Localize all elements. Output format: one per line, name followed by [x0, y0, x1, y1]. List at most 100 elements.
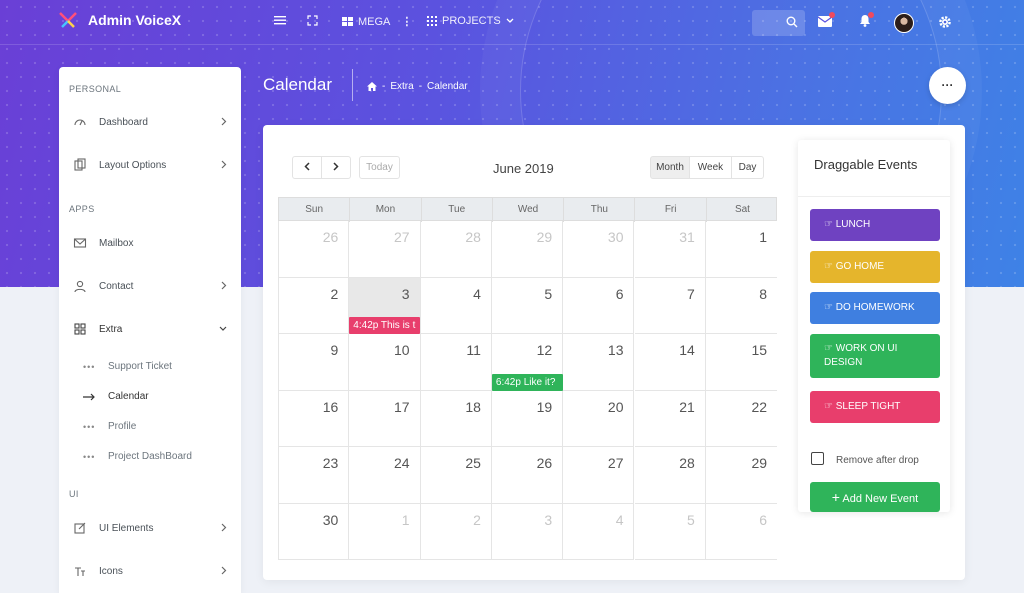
calendar-day-cell[interactable]: 27: [563, 447, 635, 504]
weekday-label: Sun: [279, 198, 351, 222]
title-divider: [352, 69, 353, 101]
today-button[interactable]: Today: [359, 156, 400, 179]
remove-after-drop-checkbox[interactable]: [811, 452, 824, 465]
calendar-day-cell[interactable]: 20: [563, 390, 635, 447]
day-number: 31: [679, 229, 695, 245]
calendar-day-cell[interactable]: 2: [420, 503, 492, 560]
calendar-day-cell[interactable]: 7: [634, 277, 706, 334]
add-new-event-button[interactable]: + Add New Event: [810, 482, 940, 512]
draggable-event-work-on-ui-design[interactable]: ☞ WORK ON UI DESIGN: [810, 334, 940, 378]
settings-button[interactable]: [938, 15, 952, 34]
calendar-day-cell[interactable]: 1: [705, 221, 778, 278]
user-avatar[interactable]: [894, 13, 914, 33]
home-icon[interactable]: [367, 82, 377, 91]
calendar-day-cell[interactable]: 4: [563, 503, 635, 560]
calendar-day-cell[interactable]: 8: [705, 278, 778, 334]
calendar-day-cell[interactable]: 26: [491, 447, 564, 504]
calendar-day-cell[interactable]: 28: [634, 447, 706, 504]
draggable-event-do-homework[interactable]: ☞ DO HOMEWORK: [810, 292, 940, 324]
sidebar-item-extra[interactable]: Extra: [59, 319, 241, 339]
calendar-day-cell[interactable]: 5: [491, 277, 564, 334]
day-number: 3: [544, 511, 553, 528]
sidebar-subitem-profile[interactable]: ••• Profile: [59, 419, 241, 435]
calendar-day-cell[interactable]: 2: [278, 277, 350, 334]
calendar-day-cell[interactable]: 21: [634, 390, 706, 447]
calendar-day-cell[interactable]: 1: [349, 503, 421, 560]
calendar-day-cell[interactable]: 27: [349, 221, 421, 278]
calendar-day-cell[interactable]: 15: [705, 334, 778, 391]
sidebar-item-label: Extra: [99, 323, 123, 335]
calendar-day-cell[interactable]: 6: [705, 504, 778, 560]
event-label: DO HOMEWORK: [835, 302, 915, 313]
menu-toggle-button[interactable]: [274, 15, 286, 25]
sidebar-item-layout-options[interactable]: Layout Options: [59, 155, 241, 175]
calendar-day-cell[interactable]: 28: [420, 221, 492, 278]
calendar-day-cell[interactable]: 24: [349, 447, 421, 504]
arrow-right-icon: [83, 393, 95, 401]
calendar-day-cell[interactable]: 22: [705, 391, 778, 447]
sidebar-subitem-support-ticket[interactable]: ••• Support Ticket: [59, 359, 241, 375]
sidebar-item-ui-elements[interactable]: UI Elements: [59, 518, 241, 538]
fullscreen-button[interactable]: [307, 15, 318, 26]
next-month-button[interactable]: [321, 156, 351, 179]
sidebar-subitem-project-dashboard[interactable]: ••• Project DashBoard: [59, 449, 241, 465]
sidebar-item-dashboard[interactable]: Dashboard: [59, 112, 241, 132]
projects-menu-button[interactable]: PROJECTS: [427, 15, 514, 27]
calendar-day-cell[interactable]: 23: [278, 447, 350, 504]
view-week-button[interactable]: Week: [689, 156, 732, 179]
breadcrumb-item: Calendar: [427, 81, 468, 92]
day-number: 2: [473, 511, 481, 528]
calendar-day-cell[interactable]: 6: [563, 277, 635, 334]
calendar-day-cell[interactable]: 19: [491, 390, 564, 447]
day-number: 14: [679, 342, 695, 358]
view-day-button[interactable]: Day: [731, 156, 764, 179]
user-icon: [74, 280, 86, 293]
calendar-day-cell[interactable]: 26: [278, 221, 350, 278]
day-number: 4: [473, 285, 481, 302]
grid-icon: [342, 16, 353, 26]
calendar-day-cell[interactable]: 25: [420, 447, 492, 504]
sidebar-subitem-calendar[interactable]: Calendar: [59, 389, 241, 405]
calendar-day-cell[interactable]: 9: [278, 334, 350, 391]
draggable-event-lunch[interactable]: ☞ LUNCH: [810, 209, 940, 241]
calendar-day-cell[interactable]: 14: [634, 334, 706, 391]
calendar-day-cell[interactable]: 30: [278, 503, 350, 560]
draggable-event-go-home[interactable]: ☞ GO HOME: [810, 251, 940, 283]
sidebar-item-contact[interactable]: Contact: [59, 276, 241, 296]
calendar-event[interactable]: 4:42p This is t: [349, 317, 421, 334]
mailbox-icon: [73, 238, 87, 248]
calendar-event[interactable]: 6:42p Like it?: [491, 374, 563, 391]
calendar-day-cell[interactable]: 17: [349, 390, 421, 447]
more-options-button[interactable]: ···: [929, 67, 966, 104]
view-month-button[interactable]: Month: [650, 156, 690, 179]
sidebar-item-mailbox[interactable]: Mailbox: [59, 233, 241, 253]
calendar-day-cell[interactable]: 3: [491, 503, 564, 560]
calendar-day-cell[interactable]: 4: [420, 277, 492, 334]
calendar-day-cell[interactable]: 13: [563, 334, 635, 391]
day-number: 17: [394, 398, 410, 415]
notifications-button[interactable]: [859, 12, 874, 32]
sidebar-item-label: UI Elements: [99, 522, 154, 534]
brand[interactable]: Admin VoiceX: [58, 11, 181, 29]
sidebar-subitem-label: Profile: [108, 421, 137, 432]
calendar-day-cell[interactable]: 5: [634, 503, 706, 560]
search-input[interactable]: [752, 10, 805, 36]
breadcrumb-item[interactable]: Extra: [390, 81, 413, 92]
calendar-day-cell[interactable]: 29: [705, 447, 778, 504]
calendar-day-cell[interactable]: 11: [420, 334, 492, 391]
dashboard-icon: [74, 119, 86, 126]
sidebar-item-icons[interactable]: Icons: [59, 561, 241, 581]
layout-icon: [74, 158, 86, 171]
calendar-day-cell[interactable]: 10: [349, 334, 421, 391]
day-number: 29: [751, 455, 768, 471]
prev-month-button[interactable]: [292, 156, 322, 179]
mega-menu-button[interactable]: MEGA ⋮: [342, 15, 412, 28]
mail-button[interactable]: [817, 12, 835, 32]
calendar-day-cell[interactable]: 31: [634, 221, 706, 278]
calendar-day-cell[interactable]: 18: [420, 390, 492, 447]
calendar-day-cell[interactable]: 29: [491, 221, 564, 278]
calendar-day-cell[interactable]: 30: [563, 221, 635, 278]
calendar-day-cell[interactable]: 16: [278, 390, 350, 447]
top-bar: Admin VoiceX MEGA ⋮ PROJECTS: [0, 0, 1024, 45]
draggable-event-sleep-tight[interactable]: ☞ SLEEP TIGHT: [810, 391, 940, 423]
